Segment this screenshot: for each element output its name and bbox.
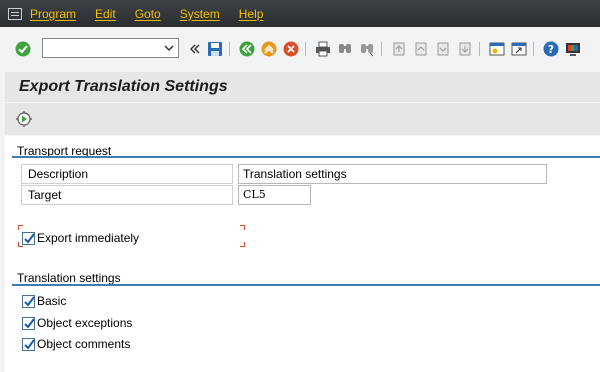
checkbox-checked-icon[interactable] bbox=[22, 231, 35, 245]
description-label: Description bbox=[21, 164, 233, 184]
standard-toolbar: ? bbox=[0, 30, 600, 64]
menu-system[interactable]: System bbox=[180, 7, 220, 21]
basic-checkbox[interactable]: Basic bbox=[22, 293, 66, 309]
system-menu-icon[interactable] bbox=[0, 0, 30, 27]
create-session-icon[interactable] bbox=[488, 40, 506, 58]
group-divider bbox=[12, 284, 600, 286]
title-bar: Export Translation Settings bbox=[5, 72, 600, 102]
checkbox-checked-icon[interactable] bbox=[22, 337, 35, 351]
description-field[interactable]: Translation settings bbox=[238, 164, 547, 184]
focus-bracket bbox=[240, 242, 245, 247]
object-exceptions-checkbox[interactable]: Object exceptions bbox=[22, 315, 132, 331]
help-icon[interactable]: ? bbox=[542, 40, 560, 58]
print-icon[interactable] bbox=[314, 40, 332, 58]
menu-program[interactable]: Program bbox=[30, 7, 76, 21]
main-content: Transport request Description Translatio… bbox=[5, 136, 600, 372]
checkbox-checked-icon[interactable] bbox=[22, 294, 35, 308]
focus-bracket bbox=[240, 225, 245, 230]
last-page-icon[interactable] bbox=[456, 40, 474, 58]
first-page-icon[interactable] bbox=[390, 40, 408, 58]
previous-page-icon[interactable] bbox=[412, 40, 430, 58]
menu-help[interactable]: Help bbox=[239, 7, 264, 21]
target-label: Target bbox=[21, 185, 233, 205]
export-immediately-checkbox[interactable]: Export immediately bbox=[22, 230, 139, 246]
export-immediately-label: Export immediately bbox=[37, 231, 140, 245]
find-icon[interactable] bbox=[336, 40, 354, 58]
exit-icon[interactable] bbox=[260, 40, 278, 58]
checkbox-checked-icon[interactable] bbox=[22, 316, 35, 330]
customize-layout-icon[interactable] bbox=[564, 40, 582, 58]
translation-settings-group-title: Translation settings bbox=[17, 271, 121, 285]
command-input[interactable] bbox=[43, 39, 158, 57]
execute-icon[interactable] bbox=[15, 110, 33, 128]
page-title: Export Translation Settings bbox=[19, 78, 228, 95]
cancel-icon[interactable] bbox=[282, 40, 300, 58]
application-toolbar bbox=[5, 102, 600, 135]
generate-shortcut-icon[interactable] bbox=[510, 40, 528, 58]
double-chevron-left-icon[interactable] bbox=[186, 40, 204, 58]
basic-label: Basic bbox=[37, 294, 67, 308]
command-field[interactable] bbox=[42, 38, 179, 58]
chevron-down-icon[interactable] bbox=[163, 42, 175, 54]
object-comments-checkbox[interactable]: Object comments bbox=[22, 336, 130, 352]
object-exceptions-label: Object exceptions bbox=[37, 316, 133, 330]
find-next-icon[interactable] bbox=[358, 40, 376, 58]
back-icon[interactable] bbox=[238, 40, 256, 58]
svg-text:?: ? bbox=[548, 43, 554, 56]
group-divider bbox=[12, 156, 600, 158]
target-field[interactable]: CL5 bbox=[238, 185, 311, 205]
object-comments-label: Object comments bbox=[37, 337, 131, 351]
menu-edit[interactable]: Edit bbox=[95, 7, 116, 21]
menu-goto[interactable]: Goto bbox=[135, 7, 161, 21]
save-icon[interactable] bbox=[206, 40, 224, 58]
enter-check-icon[interactable] bbox=[14, 40, 32, 58]
next-page-icon[interactable] bbox=[434, 40, 452, 58]
menu-bar: Program Edit Goto System Help bbox=[0, 0, 600, 27]
